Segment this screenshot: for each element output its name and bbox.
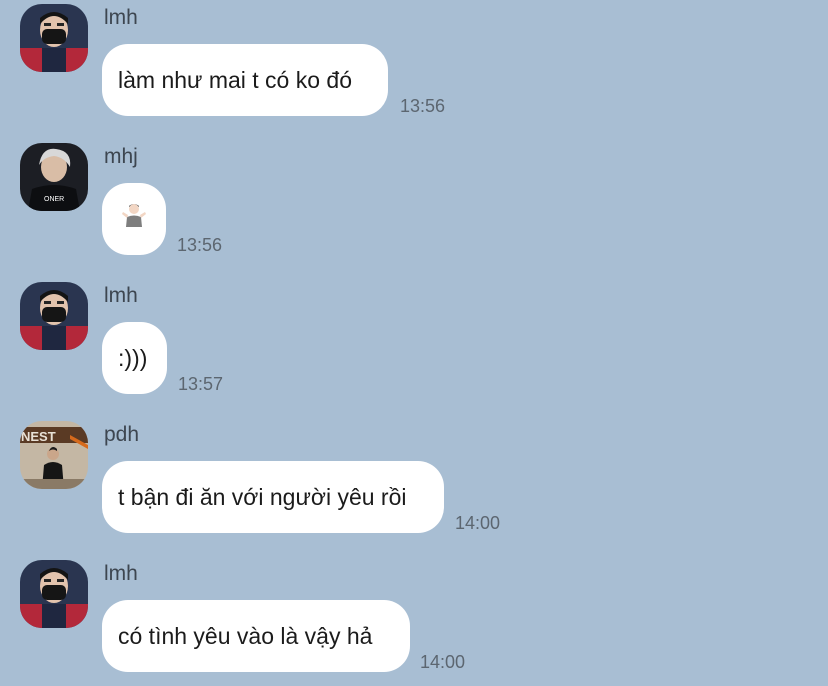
message-time: 14:00 [455,513,501,533]
message-row: lmh làm như mai t có ko đó 13:56 [0,4,828,120]
svg-text:NEST: NEST [21,429,56,444]
lmh-avatar[interactable] [20,560,88,628]
message-bubble[interactable]: t bận đi ăn với người yêu rồi [102,461,444,533]
pdh-avatar[interactable]: NEST [20,421,88,489]
message-text: có tình yêu vào là vậy hả [118,623,373,649]
message-text: làm như mai t có ko đó [118,67,352,93]
svg-text:ONER: ONER [44,196,64,203]
sender-name: lmh [104,284,138,307]
message-bubble[interactable]: có tình yêu vào là vậy hả [102,600,410,672]
message-text: :))) [118,345,148,371]
person-shrugging-emoji [121,183,147,255]
message-row: NEST pdh t bận đi ăn với người yêu rồi 1… [0,421,828,537]
sender-name: pdh [104,423,140,446]
message-time: 14:00 [420,652,466,672]
message-row: lmh có tình yêu vào là vậy hả 14:00 [0,560,828,676]
message-bubble[interactable] [102,183,166,255]
message-time: 13:57 [178,374,224,394]
lmh-avatar[interactable] [20,4,88,72]
sender-name: lmh [104,6,138,29]
message-text: t bận đi ăn với người yêu rồi [118,484,407,510]
message-row: ONER mhj 13:56 [0,143,828,259]
sender-name: mhj [104,145,138,168]
message-row: lmh :))) 13:57 [0,282,828,398]
message-bubble[interactable]: làm như mai t có ko đó [102,44,388,116]
sender-name: lmh [104,562,138,585]
message-bubble[interactable]: :))) [102,322,167,394]
lmh-avatar[interactable] [20,282,88,350]
message-time: 13:56 [400,96,446,116]
message-time: 13:56 [177,235,223,255]
mhj-avatar[interactable]: ONER [20,143,88,211]
